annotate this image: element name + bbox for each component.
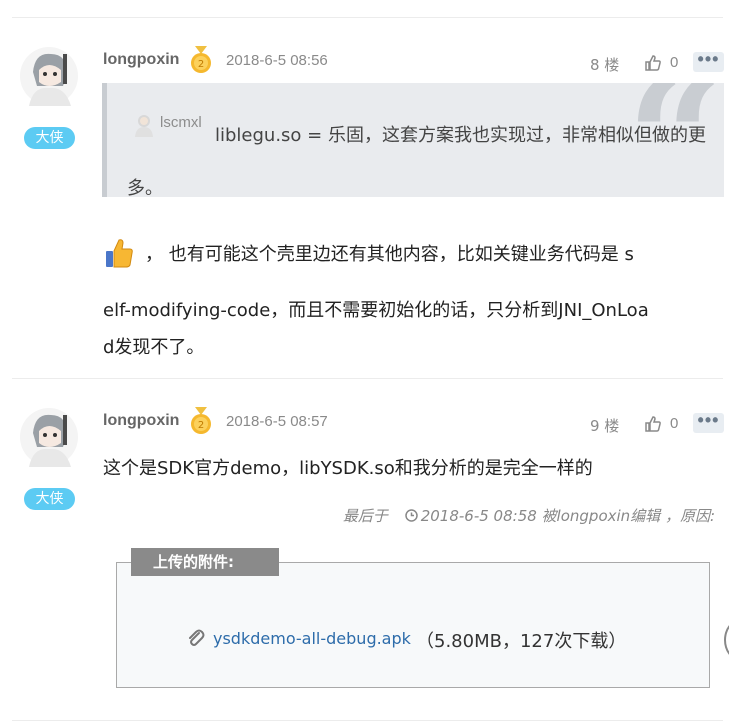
thumbs-up-icon[interactable] [644,415,662,433]
floor-number[interactable]: 9 楼 [590,415,619,436]
quote-text: liblegu.so = 乐固，这套方案我也实现过，非常相似但做的更多。 [127,125,706,197]
user-avatar[interactable] [19,46,79,106]
rank-badge: 大侠 [24,488,75,510]
thumbs-up-emoji [103,237,135,269]
username[interactable]: longpoxin [103,412,179,430]
edit-prefix: 最后于 [342,507,388,525]
post-time: 2018-6-5 08:56 [226,52,328,69]
post-body-line: ， 也有可能这个壳里边还有其他内容，比如关键业务代码是 s [145,244,634,265]
user-avatar[interactable] [19,407,79,467]
attachment-title: 上传的附件: [131,548,279,576]
clock-icon [404,509,418,522]
rank-badge: 大侠 [24,127,75,149]
post-body-line: d发现不了。 [103,337,205,358]
edit-note: 最后于 2018-6-5 08:58 被longpoxin编辑 ，原因: [343,505,715,526]
svg-text:2: 2 [198,59,204,70]
floor-number[interactable]: 8 楼 [590,54,619,75]
post-body-line: 这个是SDK官方demo，libYSDK.so和我分析的是完全一样的 [103,458,593,479]
like-count: 0 [670,415,679,432]
edge-scroll-button[interactable] [724,620,729,660]
bottom-divider [12,720,723,721]
post-body-line: elf-modifying-code，而且不需要初始化的话，只分析到JNI_On… [103,300,649,321]
post-divider [12,378,723,379]
more-dots-icon[interactable]: ••• [693,50,724,72]
attachment-download-link[interactable]: ysdkdemo-all-debug.apk [213,629,411,648]
attachment-meta: （5.80MB，127次下载） [416,631,627,652]
post-time: 2018-6-5 08:57 [226,413,328,430]
paperclip-icon [186,628,206,648]
more-dots-icon[interactable]: ••• [693,411,724,433]
top-divider [12,17,723,18]
username[interactable]: longpoxin [103,51,179,69]
medal-icon: 2 [188,46,214,74]
quote-block: “ lscmxl liblegu.so = 乐固，这套方案我也实现过，非常相似但… [102,83,724,197]
svg-text:2: 2 [198,420,204,431]
medal-icon: 2 [188,407,214,435]
like-count: 0 [670,54,679,71]
thumbs-up-icon[interactable] [644,54,662,72]
attachment-box [116,562,710,688]
edit-detail: 2018-6-5 08:58 被longpoxin编辑 ，原因: [420,507,715,525]
